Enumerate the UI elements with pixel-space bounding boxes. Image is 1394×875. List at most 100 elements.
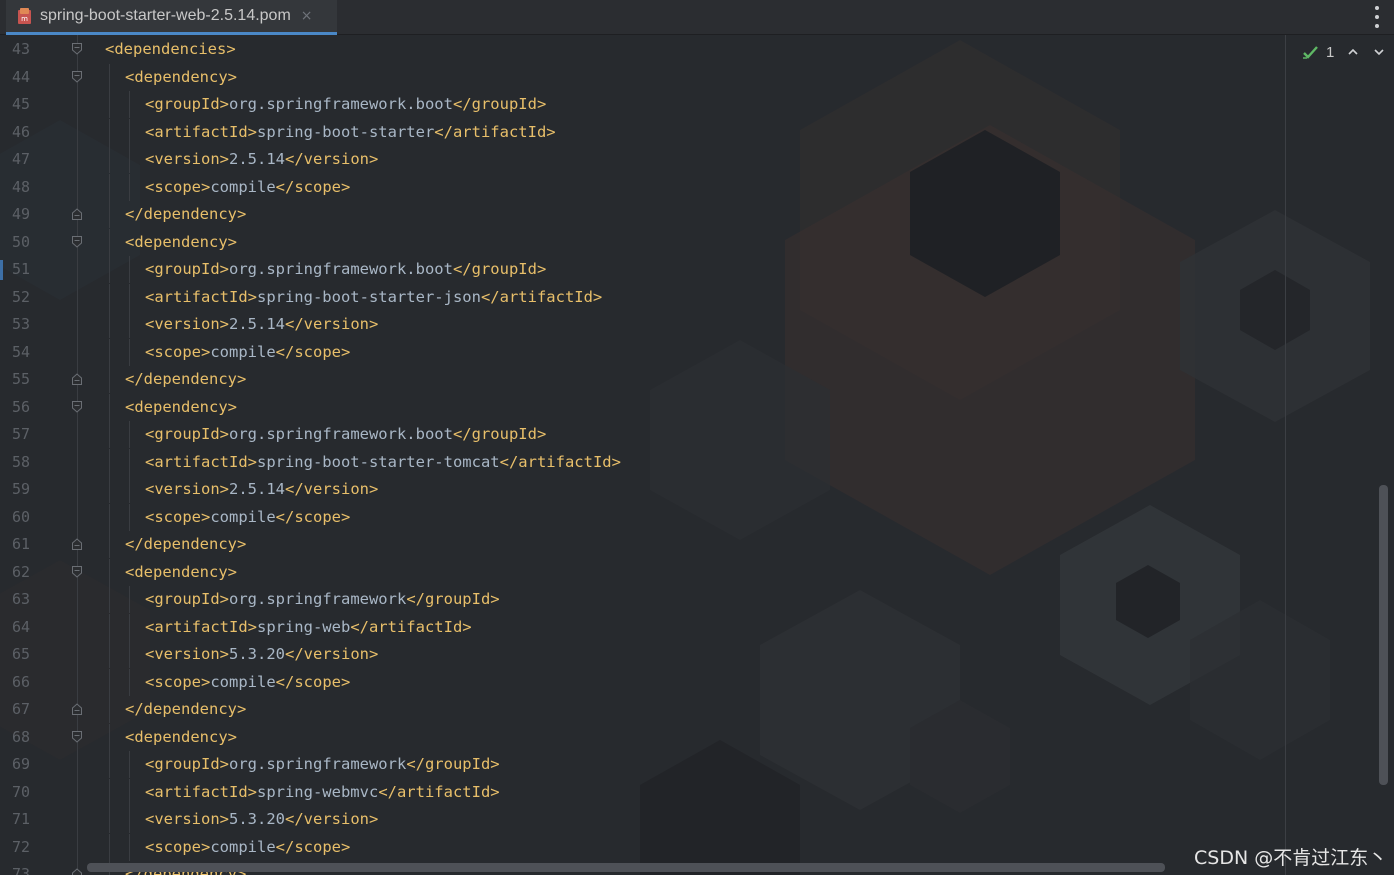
line-number: 64 bbox=[12, 617, 31, 636]
code-text: </dependency> bbox=[125, 531, 246, 558]
line-number: 60 bbox=[12, 507, 31, 526]
indent-guide bbox=[129, 256, 130, 283]
xml-tag: <scope> bbox=[145, 177, 211, 196]
code-line[interactable]: 68 <dependency> bbox=[0, 723, 1285, 751]
maven-pom-file-icon: m bbox=[16, 7, 34, 25]
code-line[interactable]: 71 <version>5.3.20</version> bbox=[0, 806, 1285, 833]
code-text: <groupId>org.springframework.boot</group… bbox=[145, 256, 546, 283]
code-line[interactable]: 45 <groupId>org.springframework.boot</gro… bbox=[0, 91, 1285, 118]
code-line[interactable]: 72 <scope>compile</scope> bbox=[0, 833, 1285, 861]
line-number: 72 bbox=[12, 837, 31, 856]
xml-tag: </artifactId> bbox=[434, 122, 556, 141]
fold-open-icon[interactable] bbox=[71, 730, 83, 744]
code-line[interactable]: 70 <artifactId>spring-webmvc</artifactId> bbox=[0, 778, 1285, 806]
indent-guide bbox=[109, 531, 110, 558]
code-line[interactable]: 51 <groupId>org.springframework.boot</gro… bbox=[0, 256, 1285, 283]
code-text: <scope>compile</scope> bbox=[145, 339, 350, 366]
xml-value: compile bbox=[210, 672, 276, 691]
code-text: <version>2.5.14</version> bbox=[145, 476, 378, 503]
code-line[interactable]: 53 <version>2.5.14</version> bbox=[0, 311, 1285, 338]
fold-close-icon[interactable] bbox=[71, 702, 83, 716]
fold-close-icon[interactable] bbox=[71, 867, 83, 875]
previous-highlight-icon[interactable] bbox=[1346, 45, 1360, 59]
xml-value: spring-boot-starter-tomcat bbox=[256, 452, 500, 471]
code-text: <dependency> bbox=[125, 64, 237, 91]
code-line[interactable]: 58 <artifactId>spring-boot-starter-tomcat… bbox=[0, 448, 1285, 476]
fold-open-icon[interactable] bbox=[71, 565, 83, 579]
code-line[interactable]: 67 </dependency> bbox=[0, 696, 1285, 723]
code-line[interactable]: 64 <artifactId>spring-web</artifactId> bbox=[0, 613, 1285, 641]
indent-guide bbox=[109, 256, 110, 283]
code-line[interactable]: 47 <version>2.5.14</version> bbox=[0, 146, 1285, 173]
line-number: 49 bbox=[12, 205, 31, 223]
fold-close-icon[interactable] bbox=[71, 537, 83, 551]
code-line[interactable]: 69 <groupId>org.springframework</groupId> bbox=[0, 751, 1285, 778]
code-line[interactable]: 49 </dependency> bbox=[0, 201, 1285, 228]
code-line[interactable]: 59 <version>2.5.14</version> bbox=[0, 476, 1285, 503]
xml-tag: </scope> bbox=[275, 342, 351, 361]
indent-guide bbox=[129, 146, 130, 173]
code-line[interactable]: 56 <dependency> bbox=[0, 393, 1285, 421]
indent-guide bbox=[109, 118, 110, 146]
indent-guide bbox=[129, 641, 130, 668]
code-text: <artifactId>spring-boot-starter-tomcat</… bbox=[145, 449, 621, 476]
indent-guide bbox=[129, 613, 130, 641]
xml-tag: <scope> bbox=[145, 672, 211, 691]
xml-value: org.springframework.boot bbox=[229, 260, 453, 278]
xml-value: compile bbox=[210, 342, 276, 361]
code-line[interactable]: 52 <artifactId>spring-boot-starter-json</… bbox=[0, 283, 1285, 311]
error-stripe-divider bbox=[1285, 35, 1286, 875]
xml-value: org.springframework bbox=[229, 755, 407, 773]
xml-tag: <dependency> bbox=[125, 67, 237, 86]
indent-guide bbox=[109, 696, 110, 723]
code-text: <scope>compile</scope> bbox=[145, 174, 350, 201]
fold-close-icon[interactable] bbox=[71, 372, 83, 386]
fold-open-icon[interactable] bbox=[71, 235, 83, 249]
fold-close-icon[interactable] bbox=[71, 207, 83, 221]
code-line[interactable]: 46 <artifactId>spring-boot-starter</artif… bbox=[0, 118, 1285, 146]
code-text: <scope>compile</scope> bbox=[145, 834, 350, 861]
code-line[interactable]: 61 </dependency> bbox=[0, 531, 1285, 558]
code-text: <version>5.3.20</version> bbox=[145, 806, 378, 833]
code-line[interactable]: 48 <scope>compile</scope> bbox=[0, 173, 1285, 201]
code-text: <scope>compile</scope> bbox=[145, 504, 350, 531]
xml-tag: <version> bbox=[145, 480, 229, 498]
code-line[interactable]: 55 </dependency> bbox=[0, 366, 1285, 393]
xml-tag: </scope> bbox=[275, 672, 351, 691]
line-number: 54 bbox=[12, 342, 31, 361]
line-number: 45 bbox=[12, 95, 31, 113]
indent-guide bbox=[109, 311, 110, 338]
vertical-scrollbar[interactable] bbox=[1379, 485, 1388, 785]
code-line[interactable]: 65 <version>5.3.20</version> bbox=[0, 641, 1285, 668]
horizontal-scrollbar[interactable] bbox=[87, 863, 1165, 872]
line-number: 47 bbox=[12, 150, 31, 168]
code-line[interactable]: 66 <scope>compile</scope> bbox=[0, 668, 1285, 696]
code-line[interactable]: 54 <scope>compile</scope> bbox=[0, 338, 1285, 366]
close-tab-icon[interactable]: × bbox=[301, 8, 313, 24]
code-editor[interactable]: 43 <dependencies> 44 <dependency> 45 <groupId… bbox=[0, 35, 1285, 875]
code-line[interactable]: 63 <groupId>org.springframework</groupId> bbox=[0, 586, 1285, 613]
indent-guide bbox=[109, 558, 110, 586]
line-number: 66 bbox=[12, 672, 31, 691]
xml-value: spring-web bbox=[256, 617, 351, 636]
indent-guide bbox=[129, 476, 130, 503]
inspection-widget[interactable]: 1 bbox=[1302, 42, 1386, 62]
code-line[interactable]: 44 <dependency> bbox=[0, 63, 1285, 91]
line-number: 62 bbox=[12, 562, 31, 581]
code-line[interactable]: 60 <scope>compile</scope> bbox=[0, 503, 1285, 531]
next-highlight-icon[interactable] bbox=[1372, 45, 1386, 59]
code-line[interactable]: 62 <dependency> bbox=[0, 558, 1285, 586]
file-tab[interactable]: m spring-boot-starter-web-2.5.14.pom × bbox=[6, 0, 337, 35]
more-options-icon[interactable] bbox=[1370, 6, 1384, 28]
code-line[interactable]: 43 <dependencies> bbox=[0, 36, 1285, 63]
fold-open-icon[interactable] bbox=[71, 400, 83, 414]
xml-tag: </scope> bbox=[275, 177, 351, 196]
xml-tag: </dependency> bbox=[125, 205, 247, 223]
code-line[interactable]: 50 <dependency> bbox=[0, 228, 1285, 256]
fold-open-icon[interactable] bbox=[71, 42, 83, 56]
code-line[interactable]: 57 <groupId>org.springframework.boot</gro… bbox=[0, 421, 1285, 448]
fold-open-icon[interactable] bbox=[71, 70, 83, 84]
xml-value: compile bbox=[210, 837, 276, 856]
xml-tag: </scope> bbox=[275, 507, 351, 526]
indent-guide bbox=[109, 366, 110, 393]
